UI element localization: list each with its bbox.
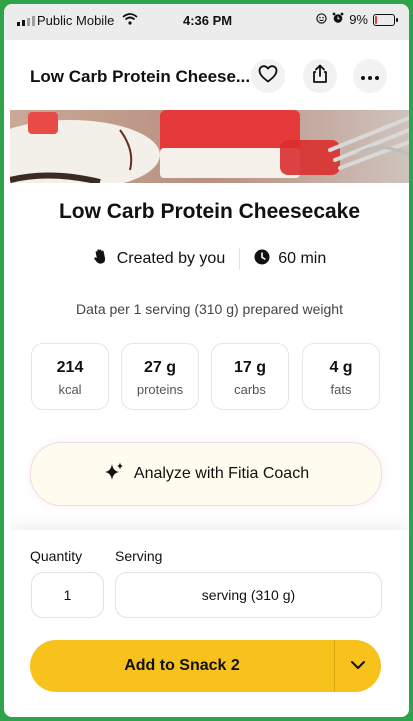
recipe-photo <box>10 110 409 183</box>
recipe-sheet: Low Carb Protein Cheese... Low Carb Prot… <box>10 42 409 717</box>
heart-icon <box>258 64 278 88</box>
face-status-icon <box>316 12 327 27</box>
more-options-button[interactable] <box>353 59 387 93</box>
carrier-name: Public Mobile <box>37 13 115 28</box>
share-icon <box>311 64 329 89</box>
page-title: Low Carb Protein Cheese... <box>30 67 251 86</box>
quantity-value: 1 <box>63 587 72 603</box>
analyze-label: Analyze with Fitia Coach <box>133 465 310 482</box>
macro-value: 4 g <box>329 359 353 376</box>
status-bar: Public Mobile 4:36 PM 9% <box>4 4 409 40</box>
sparkle-icon <box>103 461 125 488</box>
favorite-button[interactable] <box>251 59 285 93</box>
analyze-coach-button[interactable]: Analyze with Fitia Coach <box>30 442 382 506</box>
macro-value: 214 <box>56 359 84 376</box>
macro-value: 27 g <box>143 359 176 376</box>
macro-card-kcal: 214 kcal <box>31 343 109 410</box>
signal-icon <box>17 16 35 26</box>
macro-card-carbs: 17 g carbs <box>211 343 289 410</box>
macro-card-proteins: 27 g proteins <box>121 343 199 410</box>
recipe-meta: Created by you 60 min <box>10 248 409 270</box>
macro-unit: fats <box>330 382 352 397</box>
quantity-label: Quantity <box>30 548 83 564</box>
sheet-header: Low Carb Protein Cheese... <box>10 42 409 110</box>
macro-card-fats: 4 g fats <box>302 343 380 410</box>
share-button[interactable] <box>303 59 337 93</box>
serving-note: Data per 1 serving (310 g) prepared weig… <box>76 301 343 317</box>
serving-select[interactable]: serving (310 g) <box>115 572 382 618</box>
meta-divider <box>239 248 241 270</box>
wifi-icon <box>122 13 138 28</box>
macro-unit: carbs <box>234 382 266 397</box>
macro-unit: proteins <box>136 382 184 397</box>
add-to-meal-button[interactable]: Add to Snack 2 <box>30 640 381 692</box>
clock-icon <box>254 249 270 270</box>
chevron-down-icon <box>350 657 366 675</box>
macro-value: 17 g <box>233 359 266 376</box>
more-icon <box>361 67 379 85</box>
phone-frame: Public Mobile 4:36 PM 9% Low Carb Protei… <box>4 4 409 717</box>
hand-icon <box>93 248 109 270</box>
serving-label: Serving <box>115 548 163 564</box>
macro-unit: kcal <box>58 382 82 397</box>
battery-percent: 9% <box>349 12 368 27</box>
recipe-title: Low Carb Protein Cheesecake <box>58 200 361 223</box>
meal-dropdown-button[interactable] <box>335 657 381 675</box>
quantity-input[interactable]: 1 <box>31 572 104 618</box>
creator-label: Created by you <box>116 250 226 267</box>
serving-value: serving (310 g) <box>201 587 296 603</box>
battery-icon <box>373 13 398 26</box>
prep-time: 60 min <box>278 250 327 267</box>
clock-time: 4:36 PM <box>183 13 233 28</box>
add-food-panel: Quantity Serving 1 serving (310 g) Add t… <box>10 530 409 717</box>
alarm-icon <box>332 12 344 27</box>
add-button-label: Add to Snack 2 <box>124 657 240 674</box>
battery-level <box>375 15 377 24</box>
